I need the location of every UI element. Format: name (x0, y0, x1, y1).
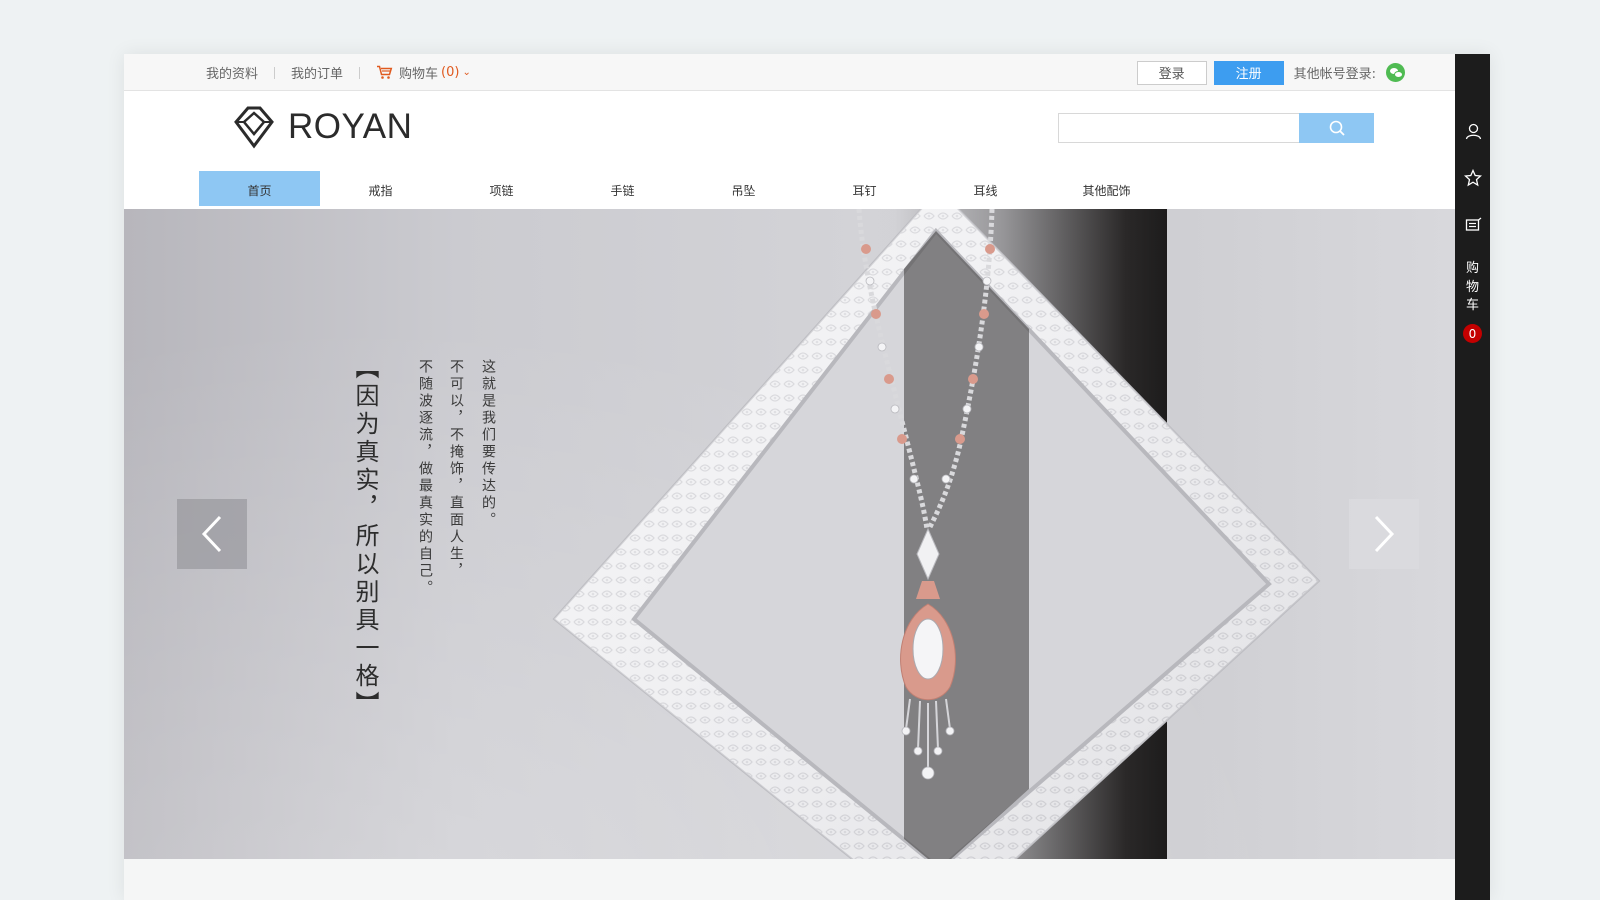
nav-item-necklaces[interactable]: 项链 (441, 171, 562, 206)
carousel-next-button[interactable] (1349, 499, 1419, 569)
other-login-label: 其他帐号登录: (1293, 67, 1376, 82)
logo-mark-icon (234, 106, 274, 149)
search-input[interactable] (1058, 113, 1299, 143)
message-icon[interactable] (1463, 215, 1483, 235)
right-sidebar: 购 物 车 0 (1455, 54, 1490, 900)
chevron-left-icon (201, 515, 222, 553)
top-bar: 我的资料 我的订单 购物车 (0) ⌄ 登录 注册 其他帐号登录: (124, 54, 1455, 91)
page-frame: 我的资料 我的订单 购物车 (0) ⌄ 登录 注册 其他帐号登录: ROYAN … (124, 54, 1490, 900)
cart-count: (0) (441, 65, 460, 80)
my-orders-link[interactable]: 我的订单 (291, 63, 343, 82)
brand-name: ROYAN (288, 107, 413, 146)
hero-banner[interactable]: 【因为真实，所以别具一格】 这就是我们要传达的。 不可以，不掩饰，直面人生， 不… (124, 209, 1455, 859)
cart-label: 购物车 (399, 67, 439, 82)
nav-item-studs[interactable]: 耳钉 (804, 171, 925, 206)
necklace-frame-image (552, 209, 1321, 859)
nav-item-home[interactable]: 首页 (199, 171, 320, 206)
user-icon[interactable] (1463, 121, 1483, 141)
my-profile-link[interactable]: 我的资料 (206, 63, 258, 82)
divider (274, 66, 276, 79)
wechat-icon[interactable] (1386, 63, 1405, 82)
content-area (124, 859, 1455, 900)
top-bar-right: 登录 注册 其他帐号登录: (1136, 54, 1405, 91)
main-nav: 首页 戒指 项链 手链 吊坠 耳钉 耳线 其他配饰 (199, 171, 1167, 206)
banner-line-3: 不随波逐流，做最真实的自己。 (417, 359, 433, 597)
carousel-prev-button[interactable] (177, 499, 247, 569)
search-button[interactable] (1299, 113, 1374, 143)
sidebar-cart-badge: 0 (1463, 324, 1482, 343)
nav-item-pendants[interactable]: 吊坠 (683, 171, 804, 206)
register-button[interactable]: 注册 (1213, 60, 1284, 85)
sidebar-cart-text: 购 物 车 (1465, 261, 1479, 313)
banner-headline: 【因为真实，所以别具一格】 (351, 355, 379, 719)
banner-line-1: 这就是我们要传达的。 (480, 359, 496, 529)
sidebar-cart-label[interactable]: 购 物 车 (1455, 260, 1490, 316)
logo[interactable]: ROYAN (230, 102, 412, 152)
login-button[interactable]: 登录 (1136, 60, 1207, 85)
nav-item-ear-threads[interactable]: 耳线 (925, 171, 1046, 206)
search-icon (1329, 120, 1345, 136)
cart-icon (377, 65, 393, 79)
divider (359, 66, 361, 79)
chevron-down-icon: ⌄ (462, 67, 471, 78)
chevron-right-icon (1374, 515, 1395, 553)
cart-dropdown[interactable]: 购物车 (0) ⌄ (376, 63, 471, 82)
top-bar-left: 我的资料 我的订单 购物车 (0) ⌄ (206, 54, 471, 91)
nav-item-accessories[interactable]: 其他配饰 (1046, 171, 1167, 206)
nav-item-rings[interactable]: 戒指 (320, 171, 441, 206)
nav-item-bracelets[interactable]: 手链 (562, 171, 683, 206)
search-bar (1058, 113, 1374, 143)
star-icon[interactable] (1463, 168, 1483, 188)
banner-line-2: 不可以，不掩饰，直面人生， (448, 359, 464, 580)
